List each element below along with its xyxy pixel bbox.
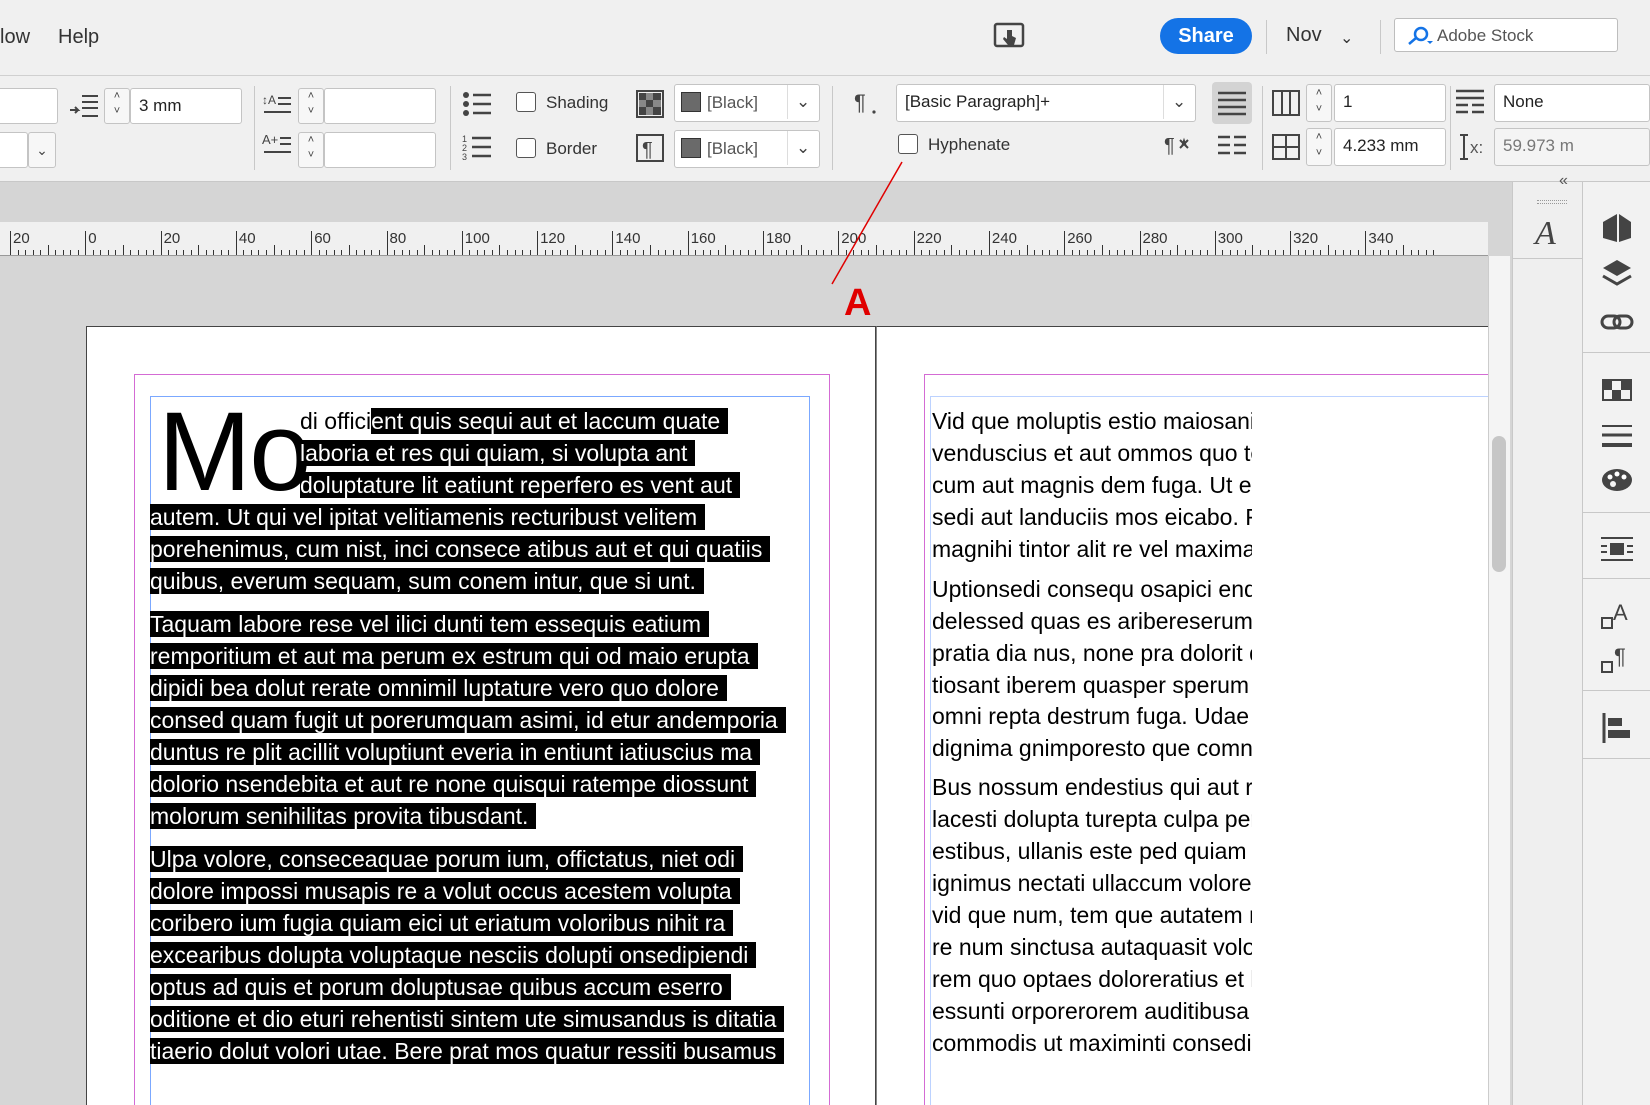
panel-divider — [1583, 512, 1650, 513]
ruler-minor-tick — [1282, 250, 1284, 255]
stroke-icon[interactable] — [1599, 418, 1635, 454]
glyphs-icon[interactable]: A — [1531, 212, 1567, 252]
ruler-minor-tick — [1259, 250, 1261, 255]
ruler-minor-tick — [1320, 250, 1322, 255]
ruler-minor-tick — [1252, 245, 1254, 255]
svg-text:¶: ¶ — [1614, 644, 1626, 669]
chevron-down-icon[interactable]: ⌄ — [1340, 28, 1353, 48]
span-columns-dropdown[interactable]: None — [1494, 84, 1650, 122]
gutter-field[interactable]: 4.233 mm — [1334, 128, 1446, 166]
swatches-icon[interactable] — [1599, 372, 1635, 408]
columns-icon — [1272, 90, 1300, 116]
ruler-minor-tick — [1350, 250, 1352, 255]
ruler-minor-tick — [1425, 250, 1427, 255]
ruler-minor-tick — [1410, 250, 1412, 255]
layers-icon[interactable] — [1599, 256, 1635, 292]
pages-icon[interactable] — [1599, 210, 1635, 246]
annotation-leader-line — [831, 161, 903, 285]
align-icon[interactable] — [1599, 710, 1635, 746]
ruler-minor-tick — [1403, 245, 1405, 255]
panel-divider — [1262, 86, 1263, 170]
ruler-major-tick — [1290, 231, 1292, 255]
panel-divider — [1583, 352, 1650, 353]
adobe-stock-search[interactable]: Adobe Stock — [1394, 18, 1618, 52]
scrollbar-thumb[interactable] — [1492, 436, 1506, 572]
panel-divider — [1583, 578, 1650, 579]
ruler-minor-tick — [1327, 245, 1329, 255]
paragraph-styles-icon[interactable]: ¶ — [1599, 642, 1635, 678]
ruler-minor-tick — [1433, 250, 1435, 255]
panel-divider — [1583, 758, 1650, 759]
color-icon[interactable] — [1599, 462, 1635, 498]
columns-stepper[interactable]: ˄ ˅ — [1306, 84, 1332, 122]
ruler-minor-tick — [1387, 250, 1389, 255]
ruler-minor-tick — [1418, 250, 1420, 255]
search-icon — [1408, 26, 1433, 45]
search-placeholder: Adobe Stock — [1437, 26, 1534, 45]
collapsed-panel-strip: « A — [1512, 172, 1583, 1105]
menu-divider — [1380, 20, 1381, 54]
ruler-minor-tick — [1342, 250, 1344, 255]
workspace-label[interactable]: Nov — [1286, 24, 1322, 47]
panel-divider — [1513, 258, 1583, 259]
svg-text:A: A — [1533, 215, 1556, 252]
svg-text:A: A — [1613, 600, 1628, 625]
ruler-minor-tick — [1305, 250, 1307, 255]
span-columns-icon — [1456, 89, 1484, 114]
gutter-stepper[interactable]: ˄ ˅ — [1306, 128, 1332, 166]
ruler-minor-tick — [1275, 250, 1277, 255]
ruler-minor-tick — [1312, 250, 1314, 255]
grip-icon[interactable] — [1537, 200, 1567, 204]
panel-divider — [1583, 690, 1650, 691]
menu-divider — [1266, 20, 1267, 54]
vertical-scrollbar[interactable] — [1488, 256, 1510, 1105]
ruler-minor-tick — [1372, 250, 1374, 255]
x-label: x: — [1470, 138, 1484, 157]
character-styles-icon[interactable]: A — [1599, 598, 1635, 634]
ruler-minor-tick — [1267, 250, 1269, 255]
annotation-label: A — [844, 282, 872, 324]
ruler-label: 340 — [1368, 230, 1394, 247]
gutter-icon — [1272, 134, 1300, 160]
ruler-minor-tick — [1380, 250, 1382, 255]
ruler-minor-tick — [1357, 250, 1359, 255]
ruler-label: 320 — [1293, 230, 1319, 247]
x-position-field[interactable]: 59.973 m — [1494, 128, 1650, 166]
links-icon[interactable] — [1599, 304, 1635, 340]
text-wrap-icon[interactable] — [1599, 532, 1635, 568]
ruler-minor-tick — [1297, 250, 1299, 255]
panel-divider — [1450, 86, 1451, 170]
panel-dock: A ¶ — [1582, 182, 1650, 1105]
columns-field[interactable]: 1 — [1334, 84, 1446, 122]
ruler-minor-tick — [1395, 250, 1397, 255]
ruler-major-tick — [1365, 231, 1367, 255]
ruler-minor-tick — [1335, 250, 1337, 255]
collapse-panels-icon[interactable]: « — [1559, 172, 1568, 190]
